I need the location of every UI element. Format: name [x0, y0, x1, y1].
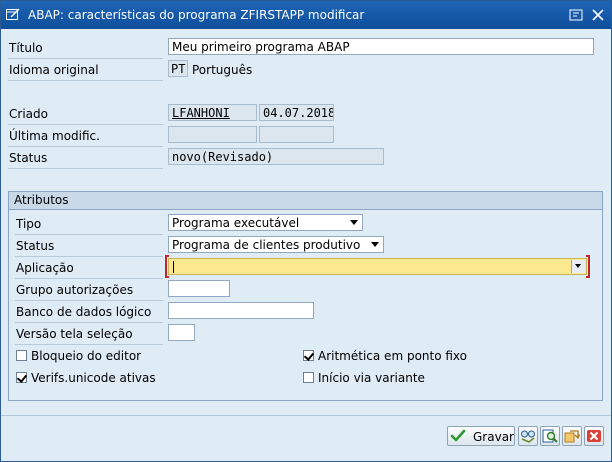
- grupo-input[interactable]: [168, 280, 230, 297]
- criado-user-field[interactable]: LFANHONI: [168, 104, 257, 121]
- aritmetica-checkbox[interactable]: [303, 350, 315, 361]
- dialog-window: ABAP: características do programa ZFIRST…: [0, 0, 612, 462]
- find-button[interactable]: [540, 426, 560, 446]
- bloqueio-checkbox[interactable]: [16, 350, 27, 361]
- aplicacao-dropdown-button[interactable]: [571, 260, 585, 273]
- divider: [15, 300, 163, 301]
- inicio-label: Início via variante: [318, 371, 425, 385]
- find-icon: [542, 429, 558, 443]
- divider: [15, 256, 163, 257]
- tipo-value: Programa executável: [172, 216, 300, 230]
- inicio-checkbox[interactable]: [303, 372, 314, 383]
- banco-input[interactable]: [168, 302, 314, 319]
- idioma-code-field[interactable]: PT: [168, 60, 188, 77]
- ultima-user-field[interactable]: [168, 126, 257, 143]
- status-field[interactable]: novo(Revisado): [168, 148, 384, 165]
- checkmark-icon: [450, 429, 466, 442]
- titulo-input[interactable]: Meu primeiro programa ABAP: [168, 38, 594, 55]
- window-title: ABAP: características do programa ZFIRST…: [28, 8, 365, 22]
- ultima-label: Última modific.: [9, 129, 100, 143]
- text-cursor: [173, 261, 174, 273]
- save-label: Gravar: [473, 430, 514, 444]
- edit-window-icon: [6, 8, 20, 20]
- status-label: Status: [9, 151, 48, 165]
- divider: [8, 58, 163, 59]
- display-button[interactable]: [518, 426, 538, 446]
- title-bar[interactable]: ABAP: características do programa ZFIRST…: [1, 1, 611, 29]
- cancel-icon: [587, 430, 601, 442]
- divider: [8, 124, 163, 125]
- dropdown-icon[interactable]: [350, 220, 358, 225]
- aritmetica-label: Aritmética em ponto fixo: [318, 349, 468, 363]
- aplicacao-label: Aplicação: [16, 261, 74, 275]
- save-button[interactable]: Gravar: [447, 426, 515, 446]
- atributos-header: Atributos: [9, 192, 602, 210]
- divider: [15, 322, 163, 323]
- titulo-label: Título: [9, 41, 43, 55]
- divider: [15, 234, 163, 235]
- divider: [8, 168, 163, 169]
- atributos-title: Atributos: [14, 193, 69, 207]
- dropdown-icon[interactable]: [371, 242, 379, 247]
- unicode-checkbox[interactable]: [16, 372, 28, 383]
- cancel-button[interactable]: [584, 426, 604, 446]
- atrib-status-label: Status: [16, 239, 55, 253]
- help-icon[interactable]: [567, 7, 585, 23]
- transfer-icon: [564, 430, 580, 443]
- divider: [8, 80, 163, 81]
- glasses-icon: [521, 430, 535, 443]
- tipo-label: Tipo: [16, 217, 42, 231]
- required-marker-left: [165, 255, 169, 278]
- idioma-name: Português: [192, 63, 253, 77]
- versao-input[interactable]: [168, 324, 195, 341]
- criado-label: Criado: [9, 107, 48, 121]
- criado-date-field[interactable]: 04.07.2018: [259, 104, 334, 121]
- checkmark-icon: [16, 372, 28, 383]
- transfer-button[interactable]: [562, 426, 582, 446]
- atrib-status-value: Programa de clientes produtivo: [172, 238, 361, 252]
- idioma-label: Idioma original: [9, 63, 99, 77]
- grupo-label: Grupo autorizações: [16, 283, 134, 297]
- divider: [8, 146, 163, 147]
- unicode-label: Verifs.unicode ativas: [31, 371, 156, 385]
- banco-label: Banco de dados lógico: [16, 305, 152, 319]
- atrib-status-select[interactable]: Programa de clientes produtivo: [168, 236, 384, 253]
- divider: [15, 278, 163, 279]
- dropdown-icon: [575, 264, 581, 268]
- tipo-select[interactable]: Programa executável: [168, 214, 363, 231]
- divider: [15, 344, 163, 345]
- required-marker-right: [586, 255, 590, 278]
- criado-user-value: LFANHONI: [172, 106, 230, 120]
- checkmark-icon: [303, 350, 315, 361]
- close-window-icon[interactable]: [589, 7, 607, 23]
- ultima-date-field[interactable]: [259, 126, 334, 143]
- footer-divider: [1, 415, 611, 416]
- versao-label: Versão tela seleção: [16, 327, 133, 341]
- bloqueio-label: Bloqueio do editor: [31, 349, 142, 363]
- aplicacao-input[interactable]: [168, 258, 587, 275]
